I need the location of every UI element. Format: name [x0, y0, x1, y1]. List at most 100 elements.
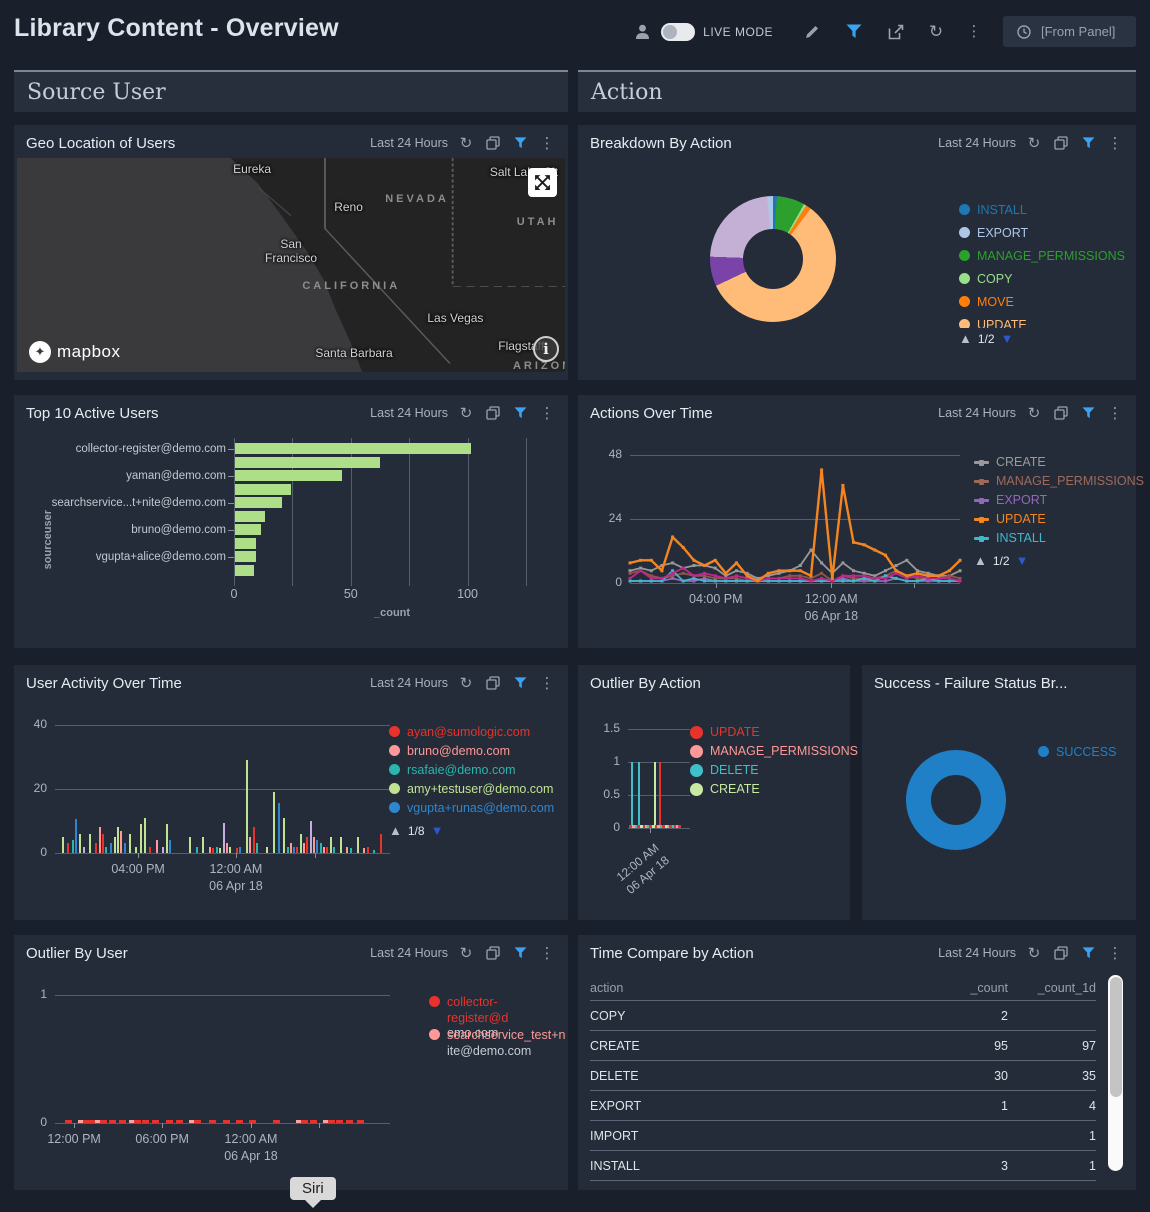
x-axis-title: _count	[374, 607, 410, 619]
share-icon[interactable]	[881, 17, 911, 47]
y-axis-tick-label: 24	[588, 511, 622, 525]
legend-item[interactable]: MOVE	[959, 295, 1014, 311]
legend-item[interactable]: rsafaie@demo.com	[389, 763, 516, 779]
kebab-menu-icon[interactable]: ⋮	[1106, 134, 1124, 152]
bar	[249, 837, 251, 853]
live-mode-toggle[interactable]	[661, 23, 695, 41]
success-donut-chart[interactable]	[906, 750, 1006, 850]
copy-icon[interactable]	[1052, 134, 1070, 152]
bar-label: searchservice...t+nite@demo.com	[52, 497, 226, 509]
edit-pencil-icon[interactable]	[797, 17, 827, 47]
panel-actions-over-time: Actions Over Time Last 24 Hours ↻ ⋮ 0244…	[578, 395, 1136, 648]
bar	[235, 497, 282, 508]
table-row[interactable]: INSTALL31	[590, 1151, 1096, 1181]
legend-item[interactable]: EXPORT	[959, 226, 1028, 242]
legend-item[interactable]: searchservice_test+nite@demo.com	[429, 1028, 565, 1059]
legend-item[interactable]: bruno@demo.com	[389, 744, 510, 760]
bar	[105, 847, 107, 853]
table-row[interactable]: DELETE3035	[590, 1061, 1096, 1091]
bar	[346, 847, 348, 853]
y-axis-tick-label: 0	[13, 1115, 47, 1129]
x-axis-tick	[716, 583, 717, 588]
legend-item[interactable]: MANAGE_PERMISSIONS	[974, 474, 1144, 490]
actions-line-chart[interactable]: 0244804:00 PM12:00 AM06 Apr 18	[578, 395, 1136, 648]
clock-icon	[1017, 25, 1031, 39]
legend-item[interactable]: UPDATE	[690, 725, 760, 741]
refresh-icon[interactable]: ↻	[457, 134, 475, 152]
table-cell: 35	[1008, 1069, 1096, 1083]
legend-item[interactable]: SUCCESS	[1038, 745, 1116, 761]
time-selector-value: [From Panel]	[1041, 24, 1115, 39]
pager-down-icon[interactable]: ▼	[1001, 331, 1014, 346]
bar	[316, 840, 318, 853]
bar	[239, 847, 241, 853]
refresh-icon[interactable]: ↻	[1025, 944, 1043, 962]
legend-item[interactable]: DELETE	[690, 763, 759, 779]
map-terrain	[17, 158, 565, 372]
map-expand-button[interactable]	[528, 168, 557, 197]
map-info-button[interactable]: i	[533, 336, 559, 362]
table-row[interactable]: IMPORT1	[590, 1121, 1096, 1151]
y-axis-tick-label: 1	[13, 987, 47, 1001]
bar	[209, 847, 211, 853]
legend-item[interactable]: INSTALL	[974, 531, 1046, 547]
legend-label: UPDATE	[710, 725, 760, 741]
filter-funnel-icon[interactable]	[839, 17, 869, 47]
pager-up-icon[interactable]: ▲	[959, 331, 972, 346]
bar	[83, 847, 85, 853]
legend-item[interactable]: MANAGE_PERMISSIONS	[690, 744, 858, 760]
filter-funnel-icon[interactable]	[1079, 944, 1097, 962]
map-label: Las Vegas	[427, 311, 483, 325]
legend-item[interactable]: COPY	[959, 272, 1012, 288]
table-row[interactable]: EXPORT14	[590, 1091, 1096, 1121]
refresh-icon[interactable]: ↻	[1025, 134, 1043, 152]
kebab-menu-icon[interactable]: ⋮	[959, 17, 989, 47]
legend-item[interactable]: UPDATE	[959, 318, 1027, 328]
x-axis-tick	[319, 1123, 320, 1128]
refresh-icon[interactable]: ↻	[921, 17, 951, 47]
legend-item[interactable]: amy+testuser@demo.com	[389, 782, 553, 798]
legend-item[interactable]: ayan@sumologic.com	[389, 725, 530, 741]
column-header: _count_1d	[1008, 981, 1096, 995]
kebab-menu-icon[interactable]: ⋮	[538, 134, 556, 152]
filter-funnel-icon[interactable]	[1079, 134, 1097, 152]
x-axis-tick	[315, 853, 316, 858]
geo-map[interactable]: EurekaSalt Lake CitRenoNEVADAUTAHSanFran…	[17, 158, 565, 372]
copy-icon[interactable]	[484, 134, 502, 152]
table-cell: DELETE	[590, 1069, 918, 1083]
legend-item[interactable]: CREATE	[690, 782, 760, 798]
user-icon[interactable]	[627, 17, 657, 47]
table-cell: 95	[918, 1039, 1008, 1053]
page-title: Library Content - Overview	[14, 14, 339, 43]
map-label: ARIZON	[513, 360, 565, 372]
legend-item[interactable]: EXPORT	[974, 493, 1047, 509]
table-scrollbar-track[interactable]	[1108, 975, 1123, 1171]
copy-icon[interactable]	[1052, 944, 1070, 962]
table-row[interactable]: CREATE9597	[590, 1031, 1096, 1061]
filter-funnel-icon[interactable]	[511, 134, 529, 152]
table-row[interactable]: COPY2	[590, 1001, 1096, 1031]
top-users-bar-chart[interactable]: collector-register@demo.comyaman@demo.co…	[14, 395, 568, 648]
legend-item[interactable]: MANAGE_PERMISSIONS	[959, 249, 1125, 265]
kebab-menu-icon[interactable]: ⋮	[1106, 944, 1124, 962]
pager-down-icon[interactable]: ▼	[431, 823, 444, 838]
legend-label: bruno@demo.com	[407, 744, 510, 760]
pager-up-icon[interactable]: ▲	[389, 823, 402, 838]
table-cell: COPY	[590, 1009, 918, 1023]
table-scrollbar-thumb[interactable]	[1110, 977, 1122, 1097]
legend-dot	[389, 745, 400, 756]
legend-item[interactable]: INSTALL	[959, 203, 1027, 219]
bar	[129, 834, 131, 853]
mapbox-attribution[interactable]: ✦ mapbox	[29, 341, 120, 363]
time-selector[interactable]: [From Panel]	[1003, 16, 1136, 47]
legend-item[interactable]: vgupta+runas@demo.com	[389, 801, 554, 817]
legend-item[interactable]: UPDATE	[974, 512, 1046, 528]
legend-item[interactable]: CREATE	[974, 455, 1046, 471]
pager-up-icon[interactable]: ▲	[974, 553, 987, 568]
bar	[287, 847, 289, 853]
outlier-user-chart[interactable]: 0112:00 PM06:00 PM12:00 AM06 Apr 18	[14, 935, 568, 1190]
bar	[333, 847, 335, 853]
expand-arrows-icon	[534, 174, 551, 191]
mapbox-logo-text: mapbox	[57, 342, 120, 362]
pager-down-icon[interactable]: ▼	[1016, 553, 1029, 568]
